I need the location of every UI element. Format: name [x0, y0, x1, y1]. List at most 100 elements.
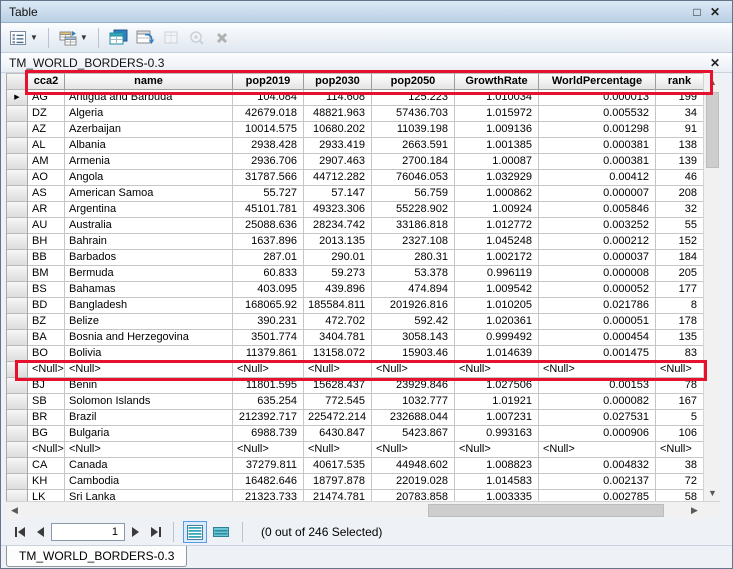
- table-cell[interactable]: Benin: [65, 378, 233, 394]
- table-cell[interactable]: 2663.591: [372, 138, 455, 154]
- table-cell[interactable]: 287.01: [233, 250, 304, 266]
- table-cell[interactable]: 11379.861: [233, 346, 304, 362]
- switch-selection-button[interactable]: [134, 27, 157, 49]
- table-cell[interactable]: 104.084: [233, 90, 304, 106]
- table-cell[interactable]: 44948.602: [372, 458, 455, 474]
- table-cell[interactable]: 1.01921: [455, 394, 539, 410]
- table-cell[interactable]: 53.378: [372, 266, 455, 282]
- row-selector[interactable]: [7, 442, 28, 458]
- table-cell[interactable]: Bolivia: [65, 346, 233, 362]
- table-cell[interactable]: 178: [656, 314, 704, 330]
- table-cell[interactable]: 57436.703: [372, 106, 455, 122]
- select-by-attributes-button[interactable]: [107, 27, 130, 49]
- table-cell[interactable]: 472.702: [304, 314, 372, 330]
- table-cell[interactable]: BA: [28, 330, 65, 346]
- table-cell[interactable]: 6988.739: [233, 426, 304, 442]
- row-selector[interactable]: [7, 234, 28, 250]
- table-cell[interactable]: 474.894: [372, 282, 455, 298]
- table-cell[interactable]: Cambodia: [65, 474, 233, 490]
- table-cell[interactable]: 0.993163: [455, 426, 539, 442]
- scroll-left-icon[interactable]: ◀: [6, 502, 23, 519]
- next-record-button[interactable]: [125, 523, 145, 541]
- table-cell[interactable]: 114.608: [304, 90, 372, 106]
- table-cell[interactable]: 58: [656, 490, 704, 501]
- table-cell[interactable]: 1.032929: [455, 170, 539, 186]
- row-selector[interactable]: [7, 346, 28, 362]
- table-cell[interactable]: 1.015972: [455, 106, 539, 122]
- table-cell[interactable]: 1.010034: [455, 90, 539, 106]
- table-cell[interactable]: 3501.774: [233, 330, 304, 346]
- show-all-records-button[interactable]: [183, 521, 207, 543]
- row-selector[interactable]: [7, 138, 28, 154]
- table-cell[interactable]: AG: [28, 90, 65, 106]
- table-cell[interactable]: 635.254: [233, 394, 304, 410]
- table-cell[interactable]: 106: [656, 426, 704, 442]
- table-cell[interactable]: 0.000212: [539, 234, 656, 250]
- table-cell[interactable]: 0.002137: [539, 474, 656, 490]
- table-cell[interactable]: 25088.636: [233, 218, 304, 234]
- column-header-pop2030[interactable]: pop2030: [304, 73, 372, 90]
- row-selector[interactable]: [7, 122, 28, 138]
- table-cell[interactable]: 20783.858: [372, 490, 455, 501]
- table-cell[interactable]: 167: [656, 394, 704, 410]
- table-cell[interactable]: AU: [28, 218, 65, 234]
- table-cell[interactable]: <Null>: [233, 362, 304, 378]
- table-cell[interactable]: 0.000381: [539, 138, 656, 154]
- table-cell[interactable]: DZ: [28, 106, 65, 122]
- table-cell[interactable]: 0.005846: [539, 202, 656, 218]
- table-cell[interactable]: 37279.811: [233, 458, 304, 474]
- table-cell[interactable]: <Null>: [539, 442, 656, 458]
- table-cell[interactable]: 0.000013: [539, 90, 656, 106]
- table-cell[interactable]: AR: [28, 202, 65, 218]
- table-cell[interactable]: 1.008823: [455, 458, 539, 474]
- table-cell[interactable]: Sri Lanka: [65, 490, 233, 501]
- row-selector[interactable]: [7, 410, 28, 426]
- table-cell[interactable]: 1.003335: [455, 490, 539, 501]
- table-cell[interactable]: 208: [656, 186, 704, 202]
- table-cell[interactable]: 1.012772: [455, 218, 539, 234]
- table-cell[interactable]: <Null>: [656, 442, 704, 458]
- table-cell[interactable]: 2907.463: [304, 154, 372, 170]
- table-cell[interactable]: Canada: [65, 458, 233, 474]
- table-options-button[interactable]: ▼: [7, 27, 40, 49]
- table-cell[interactable]: 72: [656, 474, 704, 490]
- table-cell[interactable]: 1032.777: [372, 394, 455, 410]
- table-cell[interactable]: 1637.896: [233, 234, 304, 250]
- table-cell[interactable]: 10014.575: [233, 122, 304, 138]
- table-cell[interactable]: 49323.306: [304, 202, 372, 218]
- table-cell[interactable]: 3058.143: [372, 330, 455, 346]
- table-cell[interactable]: 2327.108: [372, 234, 455, 250]
- table-cell[interactable]: 32: [656, 202, 704, 218]
- table-cell[interactable]: <Null>: [455, 362, 539, 378]
- table-cell[interactable]: Bulgaria: [65, 426, 233, 442]
- table-cell[interactable]: LK: [28, 490, 65, 501]
- table-cell[interactable]: 205: [656, 266, 704, 282]
- table-cell[interactable]: 15628.437: [304, 378, 372, 394]
- table-cell[interactable]: 439.896: [304, 282, 372, 298]
- table-cell[interactable]: BJ: [28, 378, 65, 394]
- row-selector[interactable]: ▶: [7, 90, 28, 106]
- table-cell[interactable]: 0.027531: [539, 410, 656, 426]
- table-cell[interactable]: 22019.028: [372, 474, 455, 490]
- table-cell[interactable]: 1.001385: [455, 138, 539, 154]
- table-cell[interactable]: 0.004832: [539, 458, 656, 474]
- table-cell[interactable]: 15903.46: [372, 346, 455, 362]
- table-cell[interactable]: 34: [656, 106, 704, 122]
- table-cell[interactable]: <Null>: [304, 362, 372, 378]
- table-cell[interactable]: 60.833: [233, 266, 304, 282]
- table-cell[interactable]: 1.020361: [455, 314, 539, 330]
- row-selector[interactable]: [7, 250, 28, 266]
- table-cell[interactable]: 3404.781: [304, 330, 372, 346]
- column-header-name[interactable]: name: [65, 73, 233, 90]
- row-selector[interactable]: [7, 426, 28, 442]
- table-cell[interactable]: AL: [28, 138, 65, 154]
- row-selector[interactable]: [7, 362, 28, 378]
- table-cell[interactable]: 0.005532: [539, 106, 656, 122]
- column-header-WorldPercentage[interactable]: WorldPercentage: [539, 73, 656, 90]
- table-cell[interactable]: 0.000381: [539, 154, 656, 170]
- table-cell[interactable]: 59.273: [304, 266, 372, 282]
- row-selector[interactable]: [7, 378, 28, 394]
- table-cell[interactable]: 83: [656, 346, 704, 362]
- table-cell[interactable]: 2700.184: [372, 154, 455, 170]
- table-cell[interactable]: Bahamas: [65, 282, 233, 298]
